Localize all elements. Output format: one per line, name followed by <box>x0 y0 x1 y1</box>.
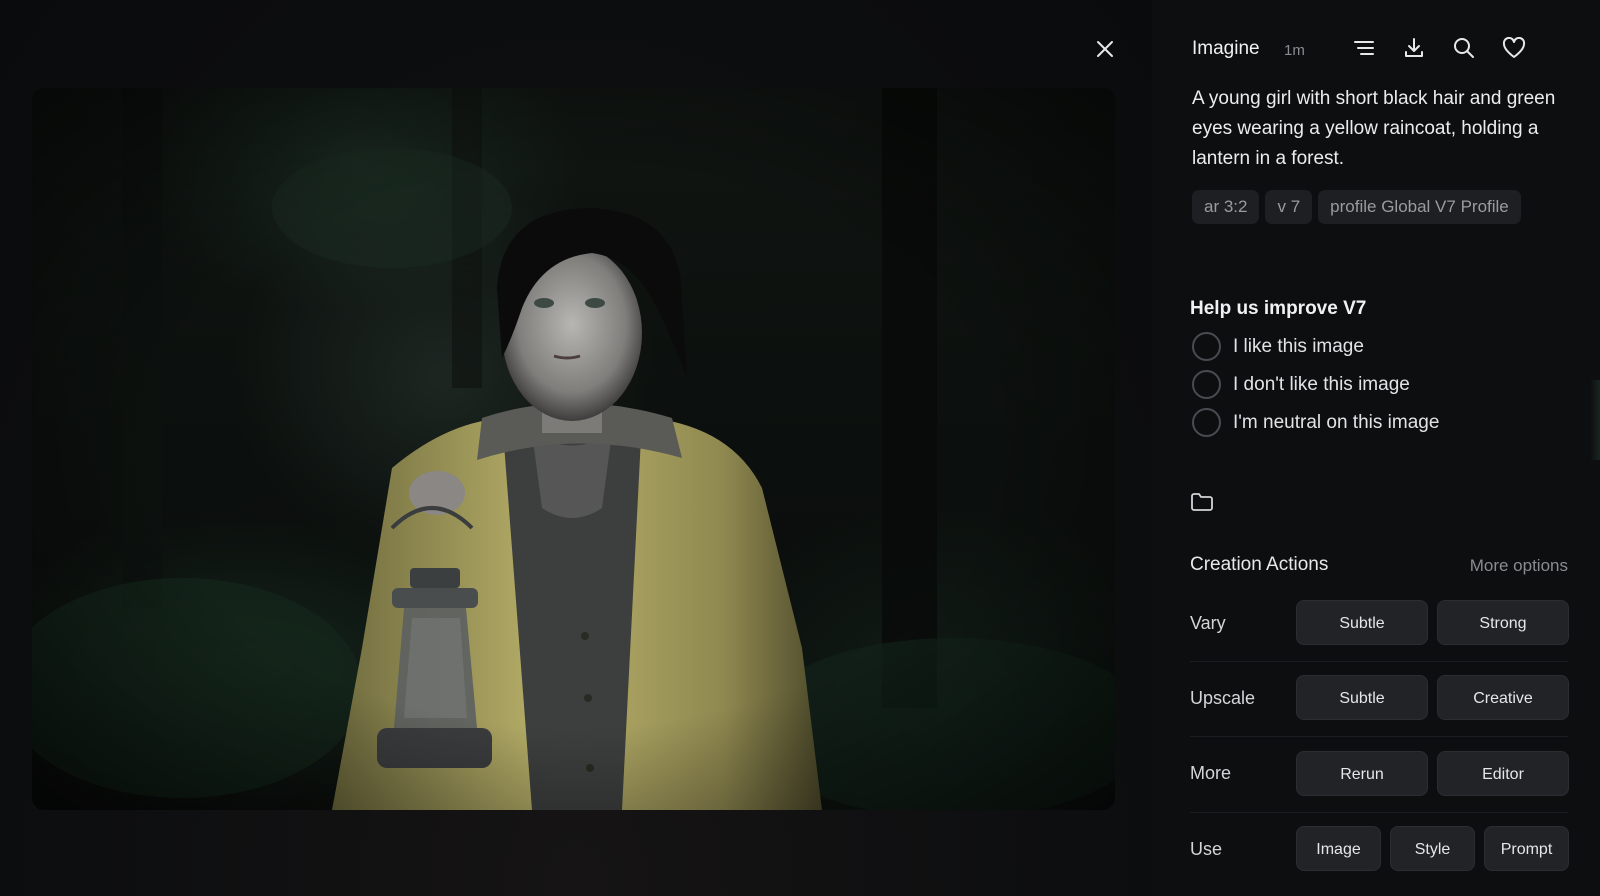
search-button[interactable] <box>1450 36 1478 64</box>
radio-button[interactable] <box>1192 408 1221 437</box>
divider <box>1190 736 1568 737</box>
rerun-button[interactable]: Rerun <box>1296 751 1428 796</box>
feedback-like-option[interactable]: I like this image <box>1192 332 1364 361</box>
tag-aspect-ratio[interactable]: ar 3:2 <box>1192 190 1260 224</box>
tag-profile[interactable]: profile Global V7 Profile <box>1318 190 1521 224</box>
feedback-dislike-option[interactable]: I don't like this image <box>1192 370 1410 399</box>
row-label-upscale: Upscale <box>1190 688 1256 708</box>
scroll-edge <box>1590 380 1600 460</box>
row-label-vary: Vary <box>1190 613 1226 633</box>
feedback-neutral-option[interactable]: I'm neutral on this image <box>1192 408 1439 437</box>
add-to-folder-button[interactable] <box>1190 492 1216 516</box>
use-prompt-button[interactable]: Prompt <box>1484 826 1569 871</box>
feedback-option-label: I like this image <box>1233 335 1364 357</box>
header-title: Imagine <box>1192 38 1260 59</box>
heart-icon <box>1502 36 1526 64</box>
feedback-title: Help us improve V7 <box>1190 298 1367 319</box>
divider <box>1190 661 1568 662</box>
download-icon <box>1403 37 1425 64</box>
editor-button[interactable]: Editor <box>1437 751 1569 796</box>
tag-version[interactable]: v 7 <box>1265 190 1313 224</box>
header-time: 1m <box>1284 42 1305 59</box>
creation-actions-title: Creation Actions <box>1190 554 1329 575</box>
row-label-more: More <box>1190 763 1232 783</box>
use-style-button[interactable]: Style <box>1390 826 1475 871</box>
details-panel: Imagine 1m A young girl with short black… <box>1152 0 1600 896</box>
row-label-use: Use <box>1190 839 1223 859</box>
vary-subtle-button[interactable]: Subtle <box>1296 600 1428 645</box>
prompt-text[interactable]: A young girl with short black hair and g… <box>1192 84 1562 174</box>
radio-button[interactable] <box>1192 332 1221 361</box>
feedback-option-label: I'm neutral on this image <box>1233 411 1440 433</box>
image-illustration <box>32 88 1115 810</box>
vary-strong-button[interactable]: Strong <box>1437 600 1569 645</box>
close-icon <box>1095 39 1115 64</box>
more-options-link[interactable]: More options <box>1470 556 1568 576</box>
prompt-tags: ar 3:2 v 7 profile Global V7 Profile <box>1192 190 1521 224</box>
use-image-button[interactable]: Image <box>1296 826 1381 871</box>
generated-image[interactable] <box>32 88 1115 810</box>
search-icon <box>1453 37 1475 64</box>
feedback-option-label: I don't like this image <box>1233 373 1410 395</box>
image-viewer <box>0 0 1152 896</box>
folder-icon <box>1190 493 1214 516</box>
filter-lines-icon <box>1353 38 1375 63</box>
like-button[interactable] <box>1500 36 1528 64</box>
upscale-subtle-button[interactable]: Subtle <box>1296 675 1428 720</box>
close-button[interactable] <box>1090 36 1120 66</box>
upscale-creative-button[interactable]: Creative <box>1437 675 1569 720</box>
divider <box>1190 812 1568 813</box>
download-button[interactable] <box>1400 36 1428 64</box>
radio-button[interactable] <box>1192 370 1221 399</box>
filter-button[interactable] <box>1350 36 1378 64</box>
